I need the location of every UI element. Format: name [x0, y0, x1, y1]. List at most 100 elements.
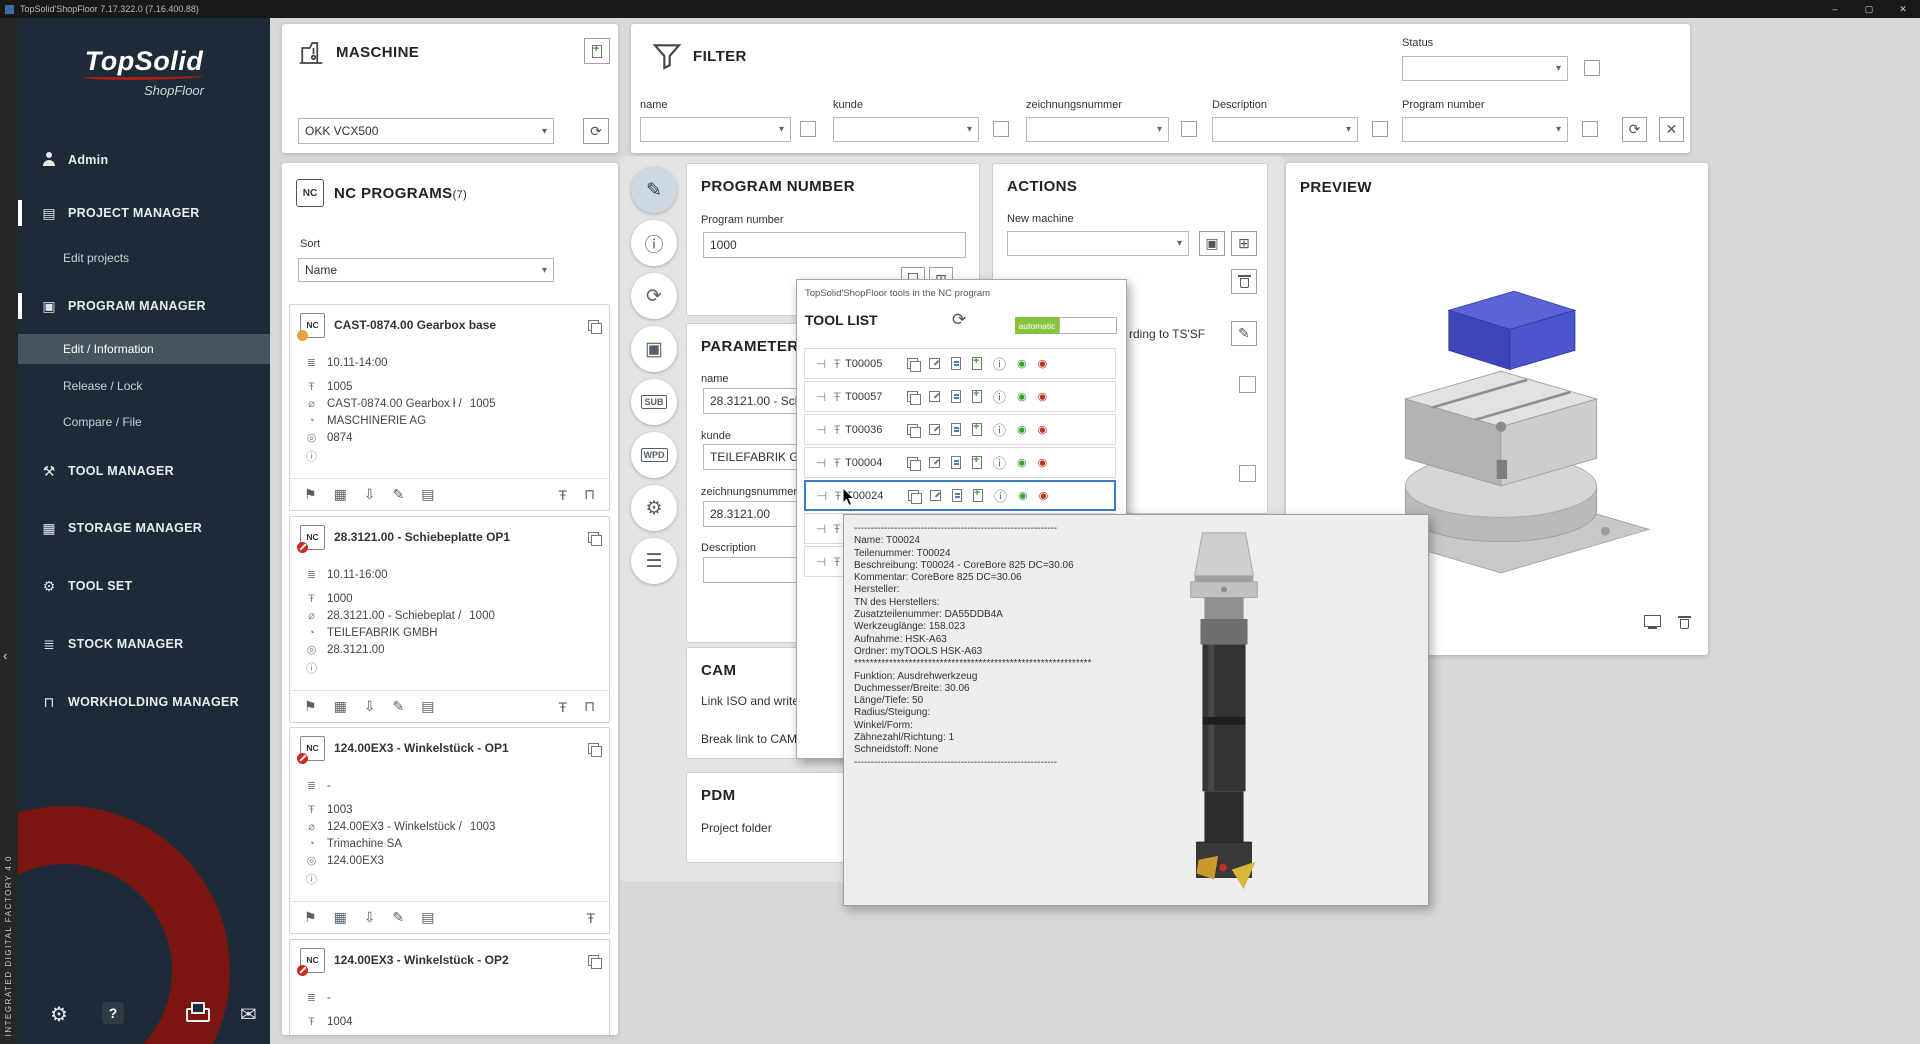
secondary-checkbox[interactable] [1239, 465, 1256, 482]
status-checkbox[interactable] [1584, 60, 1600, 76]
add-tool-doc-icon[interactable] [972, 357, 982, 370]
unlink-tool-icon[interactable]: ◉ [1038, 390, 1048, 403]
edit-note-icon[interactable]: ✎ [393, 486, 405, 503]
list-view-button[interactable]: ☰ [631, 538, 677, 584]
name-filter-select[interactable]: ▾ [640, 117, 791, 142]
sidebar-item-project-manager[interactable]: ▤ PROJECT MANAGER [18, 197, 270, 229]
status-select[interactable]: ▾ [1402, 56, 1568, 81]
link-tool-icon[interactable]: ◉ [1017, 423, 1027, 436]
sync-button[interactable]: ⟳ [631, 273, 677, 319]
tool-sheet-icon[interactable] [951, 390, 961, 403]
unlink-tool-icon[interactable]: ◉ [1038, 456, 1048, 469]
open-tool-icon[interactable] [907, 391, 918, 402]
sidebar-item-admin[interactable]: Admin [18, 145, 270, 175]
unlink-tool-icon[interactable]: ◉ [1038, 423, 1048, 436]
unlink-tool-icon[interactable]: ◉ [1039, 489, 1049, 502]
add-tool-doc-icon[interactable] [972, 423, 982, 436]
sidebar-item-storage-manager[interactable]: ▦ STORAGE MANAGER [18, 512, 270, 544]
tool-sheet-icon[interactable] [951, 456, 961, 469]
apply-filter-button[interactable]: ⟳ [1622, 117, 1647, 142]
export-tool-icon[interactable] [930, 490, 941, 501]
sidebar-item-tool-set[interactable]: ⚙ TOOL SET [18, 570, 270, 602]
toolholder-icon[interactable]: Ŧ [559, 487, 568, 503]
package-icon[interactable]: ▦ [334, 486, 347, 503]
refresh-tools-icon[interactable]: ⟳ [952, 310, 966, 330]
description-filter-select[interactable]: ▾ [1212, 117, 1358, 142]
machine-view-button[interactable]: ▣ [631, 326, 677, 372]
tool-info-icon[interactable]: ⓘ [993, 453, 1006, 472]
info-view-button[interactable]: ⓘ [631, 220, 677, 266]
name-filter-checkbox[interactable] [800, 121, 816, 137]
flag-icon[interactable]: ⚑ [304, 486, 317, 503]
clipboard-icon[interactable]: ▤ [421, 486, 434, 503]
download-icon[interactable]: ⇩ [364, 486, 376, 503]
link-tool-icon[interactable]: ◉ [1017, 456, 1027, 469]
export-tool-icon[interactable] [929, 391, 940, 402]
tool-info-icon[interactable]: ⓘ [993, 420, 1006, 439]
package-icon[interactable]: ▦ [334, 909, 347, 926]
open-program-icon[interactable] [588, 955, 599, 966]
package-icon[interactable]: ▦ [334, 698, 347, 715]
edit-ts-sf-button[interactable]: ✎ [1231, 321, 1257, 346]
tool-row[interactable]: ⊣ Ŧ T00005 ⓘ ◉ ◉ [804, 348, 1116, 379]
open-program-icon[interactable] [588, 320, 599, 331]
open-tool-icon[interactable] [907, 358, 918, 369]
description-filter-checkbox[interactable] [1372, 121, 1388, 137]
settings-button[interactable]: ⚙ [631, 485, 677, 531]
link-iso-action[interactable]: Link ISO and write [701, 694, 799, 708]
tool-row[interactable]: ⊣ Ŧ T00036 ⓘ ◉ ◉ [804, 414, 1116, 445]
vise-icon[interactable]: ⊓ [584, 698, 595, 715]
open-tool-icon[interactable] [908, 490, 919, 501]
sidebar-item-edit-projects[interactable]: Edit projects [18, 245, 270, 271]
program-number-filter-select[interactable]: ▾ [1402, 117, 1568, 142]
link-tool-icon[interactable]: ◉ [1017, 357, 1027, 370]
sidebar-item-tool-manager[interactable]: ⚒ TOOL MANAGER [18, 455, 270, 487]
info-icon[interactable]: ⓘ [304, 448, 319, 463]
link-tool-icon[interactable]: ◉ [1018, 489, 1028, 502]
automatic-toggle[interactable]: automatic [1015, 317, 1117, 334]
machine-select[interactable]: OKK VCX500 ▾ [298, 118, 554, 144]
refresh-machine-button[interactable]: ⟳ [583, 118, 609, 144]
nc-program-card[interactable]: NC 124.00EX3 - Winkelstück - OP2 ≣- Ŧ100… [289, 939, 610, 1035]
open-tool-icon[interactable] [907, 424, 918, 435]
tool-sheet-icon[interactable] [951, 423, 961, 436]
assign-machine-button[interactable]: ▣ [1199, 231, 1225, 256]
info-icon[interactable]: ⓘ [304, 871, 319, 886]
break-link-action[interactable]: Break link to CAM [701, 732, 797, 746]
export-tool-icon[interactable] [929, 457, 940, 468]
nc-program-card[interactable]: NC 124.00EX3 - Winkelstück - OP1 ≣- Ŧ100… [289, 727, 610, 934]
open-tool-icon[interactable] [907, 457, 918, 468]
sort-select[interactable]: Name ▾ [298, 258, 554, 282]
link-tool-icon[interactable]: ◉ [1017, 390, 1027, 403]
unlink-tool-icon[interactable]: ◉ [1038, 357, 1048, 370]
zeichnungsnummer-filter-checkbox[interactable] [1181, 121, 1197, 137]
export-tool-icon[interactable] [929, 358, 940, 369]
add-tool-doc-icon[interactable] [973, 489, 983, 502]
close-button[interactable]: ✕ [1886, 4, 1920, 15]
ts-sf-checkbox[interactable] [1239, 376, 1256, 393]
download-icon[interactable]: ⇩ [364, 698, 376, 715]
tool-sheet-icon[interactable] [952, 489, 962, 502]
tool-row[interactable]: ⊣ Ŧ T00057 ⓘ ◉ ◉ [804, 381, 1116, 412]
export-tool-icon[interactable] [929, 424, 940, 435]
download-icon[interactable]: ⇩ [364, 909, 376, 926]
sidebar-item-release-lock[interactable]: Release / Lock [18, 373, 270, 399]
program-number-input[interactable]: 1000 [703, 232, 966, 258]
zeichnungsnummer-filter-select[interactable]: ▾ [1026, 117, 1169, 142]
sidebar-item-workholding-manager[interactable]: ⊓ WORKHOLDING MANAGER [18, 685, 270, 719]
nc-program-card[interactable]: NC 28.3121.00 - Schiebeplatte OP1 ≣10.11… [289, 516, 610, 723]
project-folder-action[interactable]: Project folder [701, 821, 772, 835]
settings-gear-icon[interactable]: ⚙ [50, 1002, 68, 1027]
add-tool-doc-icon[interactable] [972, 456, 982, 469]
tool-info-icon[interactable]: ⓘ [993, 354, 1006, 373]
open-program-icon[interactable] [588, 532, 599, 543]
sidebar-item-edit-information[interactable]: Edit / Information [18, 334, 270, 364]
new-machine-doc-button[interactable] [584, 38, 610, 64]
nc-program-card[interactable]: NC CAST-0874.00 Gearbox base ≣10.11-14:0… [289, 304, 610, 511]
tool-info-icon[interactable]: ⓘ [994, 486, 1007, 505]
maximize-button[interactable]: ▢ [1852, 4, 1886, 15]
tool-info-icon[interactable]: ⓘ [993, 387, 1006, 406]
delete-button[interactable] [1231, 269, 1257, 294]
open-program-icon[interactable] [588, 743, 599, 754]
printer-icon[interactable] [186, 1002, 210, 1028]
